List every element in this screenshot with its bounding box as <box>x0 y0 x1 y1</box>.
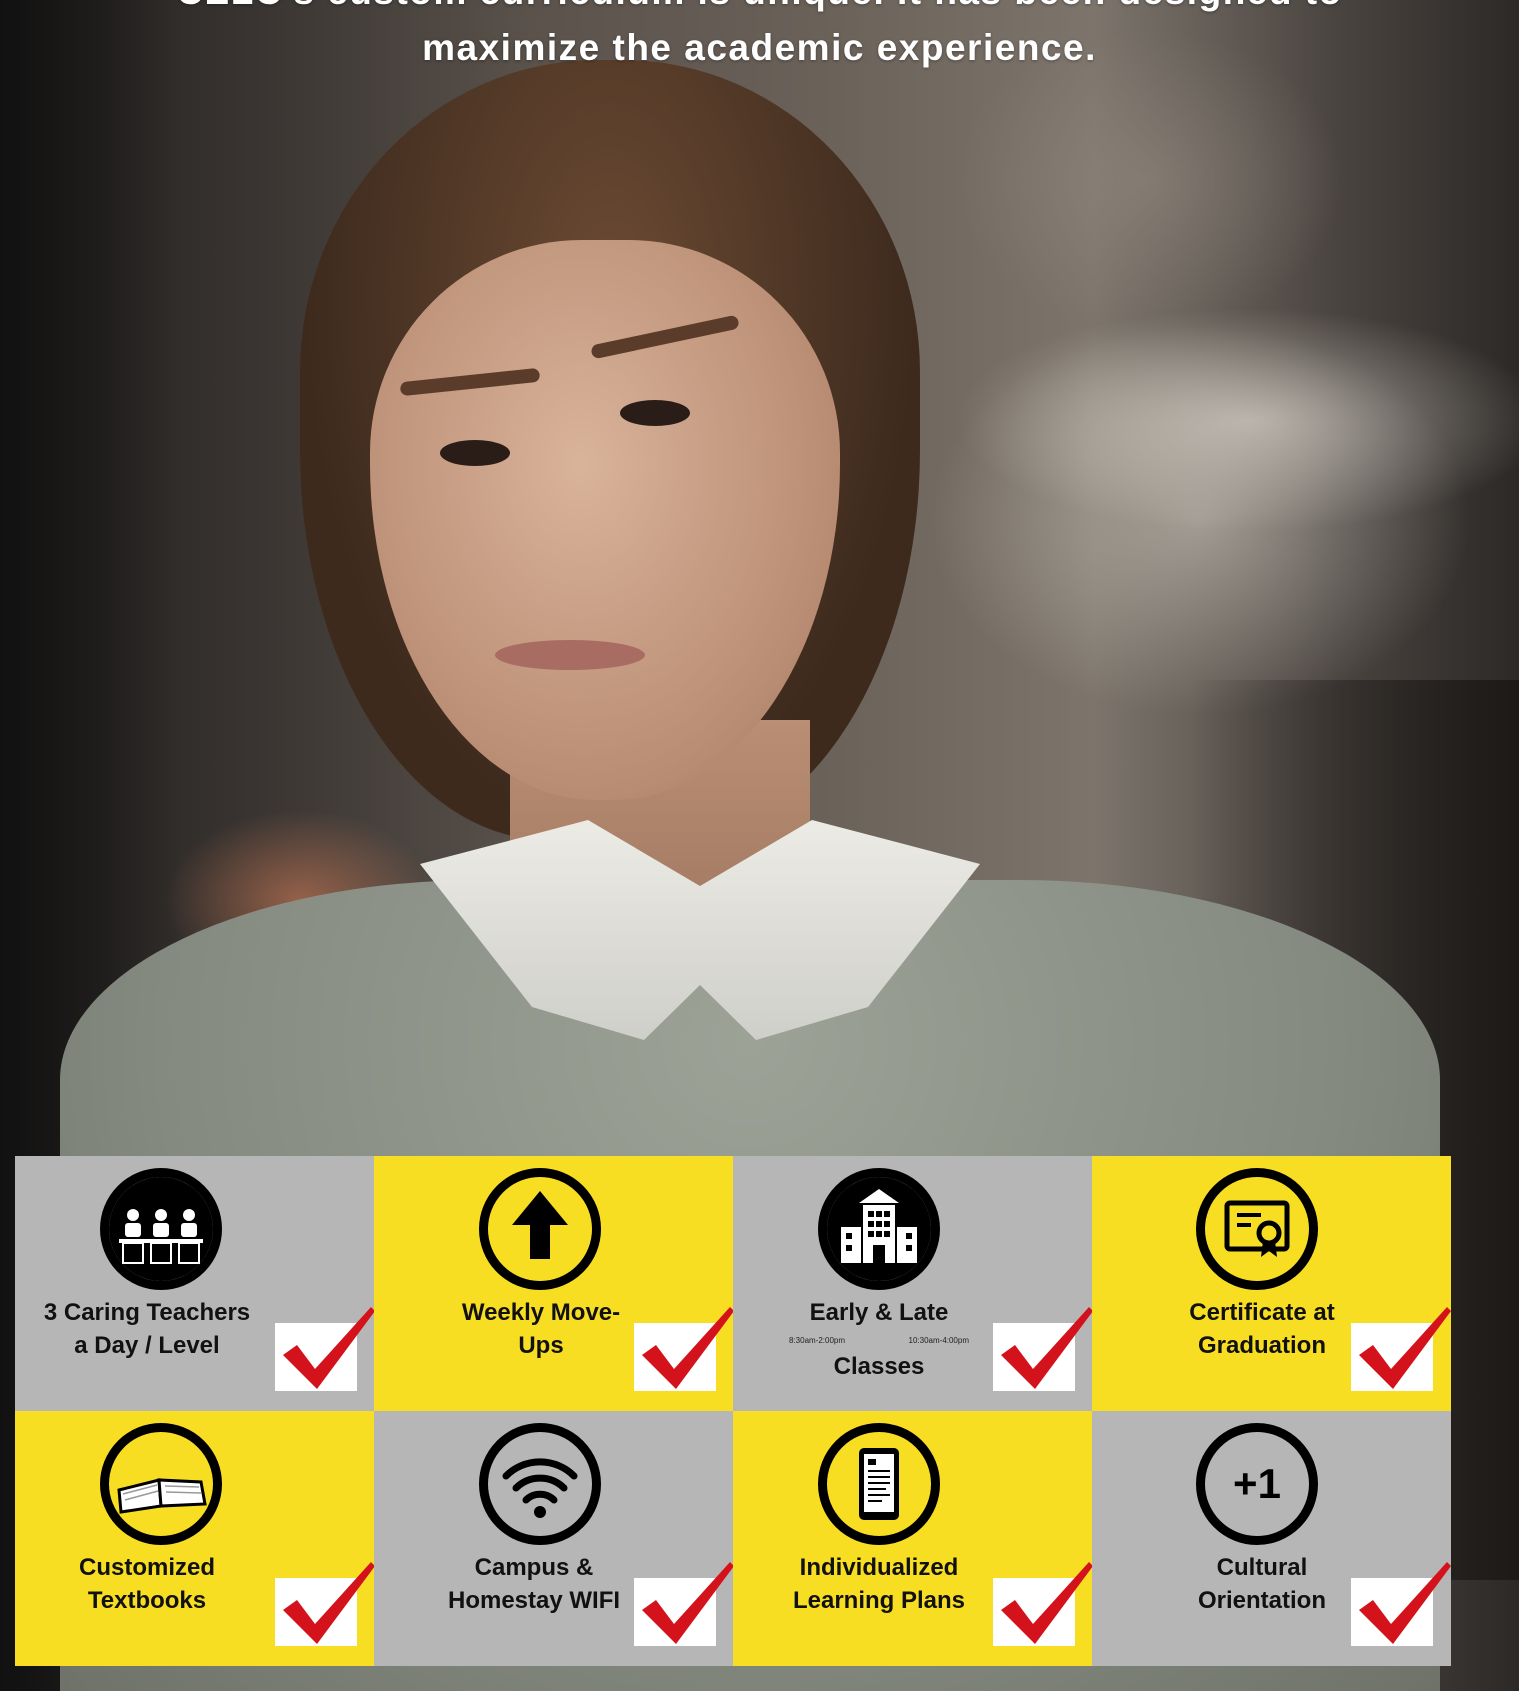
plus-one-badge-text: +1 <box>1233 1460 1281 1507</box>
checkmark-icon <box>993 1307 1092 1391</box>
headline: CELC's custom curriculum is unique. It h… <box>0 0 1519 76</box>
plus-one-icon: +1 <box>1196 1423 1318 1545</box>
checkmark-icon <box>1351 1307 1451 1391</box>
feature-label-textbooks: Customized Textbooks <box>27 1551 267 1617</box>
feature-tile-classes: Early & Late 8:30am-2:00pm 10:30am-4:00p… <box>733 1156 1092 1411</box>
feature-label-line-2: Classes <box>833 1353 925 1380</box>
wifi-icon <box>479 1423 601 1545</box>
feature-label-line-2: Learning Plans <box>792 1587 966 1614</box>
feature-tile-textbooks: Customized Textbooks <box>15 1411 374 1666</box>
feature-label-wifi: Campus & Homestay WIFI <box>414 1551 654 1617</box>
early-class-time: 8:30am-2:00pm <box>789 1336 846 1345</box>
checkmark-icon <box>634 1562 733 1646</box>
checkmark-icon <box>993 1562 1092 1646</box>
feature-label-line-1: Individualized <box>799 1554 959 1581</box>
feature-label-line-1: Cultural <box>1216 1554 1308 1581</box>
class-times: 8:30am-2:00pm 10:30am-4:00pm <box>789 1336 969 1345</box>
feature-tile-learning-plans: Individualized Learning Plans <box>733 1411 1092 1666</box>
feature-label-line-2: a Day / Level <box>74 1332 220 1359</box>
checkmark-icon <box>1351 1562 1451 1646</box>
certificate-icon <box>1196 1168 1318 1290</box>
feature-label-certificate: Certificate at Graduation <box>1142 1296 1382 1362</box>
headline-line-2: maximize the academic experience. <box>422 27 1097 68</box>
feature-tile-cultural-orientation: +1 Cultural Orientation <box>1092 1411 1451 1666</box>
feature-label-line-2: Homestay WIFI <box>447 1587 621 1614</box>
feature-label-learning-plans: Individualized Learning Plans <box>759 1551 999 1617</box>
arrow-up-icon <box>479 1168 601 1290</box>
feature-grid: 3 Caring Teachers a Day / Level Weekly M… <box>15 1156 1451 1666</box>
feature-label-line-1: 3 Caring Teachers <box>43 1299 251 1326</box>
late-class-time: 10:30am-4:00pm <box>908 1336 969 1345</box>
feature-label-line-2: Graduation <box>1197 1332 1326 1359</box>
feature-label-line-1: Early & Late <box>809 1299 949 1326</box>
checkmark-icon <box>634 1307 733 1391</box>
feature-label-line-2: Textbooks <box>87 1587 207 1614</box>
feature-label-cultural-orientation: Cultural Orientation <box>1142 1551 1382 1617</box>
feature-tile-teachers: 3 Caring Teachers a Day / Level <box>15 1156 374 1411</box>
feature-label-line-1: Customized <box>78 1554 215 1581</box>
feature-tile-move-ups: Weekly Move- Ups <box>374 1156 733 1411</box>
feature-label-line-2: Orientation <box>1197 1587 1326 1614</box>
feature-label-move-ups: Weekly Move- Ups <box>421 1296 661 1362</box>
feature-label-classes: Early & Late <box>759 1296 999 1329</box>
feature-label-line-1: Weekly Move- <box>461 1299 621 1326</box>
feature-tile-wifi: Campus & Homestay WIFI <box>374 1411 733 1666</box>
student-eye-right <box>620 400 690 426</box>
feature-label-line-2: Ups <box>518 1332 564 1359</box>
feature-label-classes-line-2: Classes <box>759 1350 999 1383</box>
open-book-icon <box>100 1423 222 1545</box>
building-icon <box>818 1168 940 1290</box>
student-mouth <box>495 640 645 670</box>
headline-line-1: CELC's custom curriculum is unique. It h… <box>0 0 1519 20</box>
feature-label-teachers: 3 Caring Teachers a Day / Level <box>27 1296 267 1362</box>
checkmark-icon <box>275 1562 374 1646</box>
student-eye-left <box>440 440 510 466</box>
feature-tile-certificate: Certificate at Graduation <box>1092 1156 1451 1411</box>
checkmark-icon <box>275 1307 374 1391</box>
tablet-document-icon <box>818 1423 940 1545</box>
feature-label-line-1: Certificate at <box>1189 1299 1335 1326</box>
feature-label-line-1: Campus & <box>474 1554 594 1581</box>
teachers-icon <box>100 1168 222 1290</box>
